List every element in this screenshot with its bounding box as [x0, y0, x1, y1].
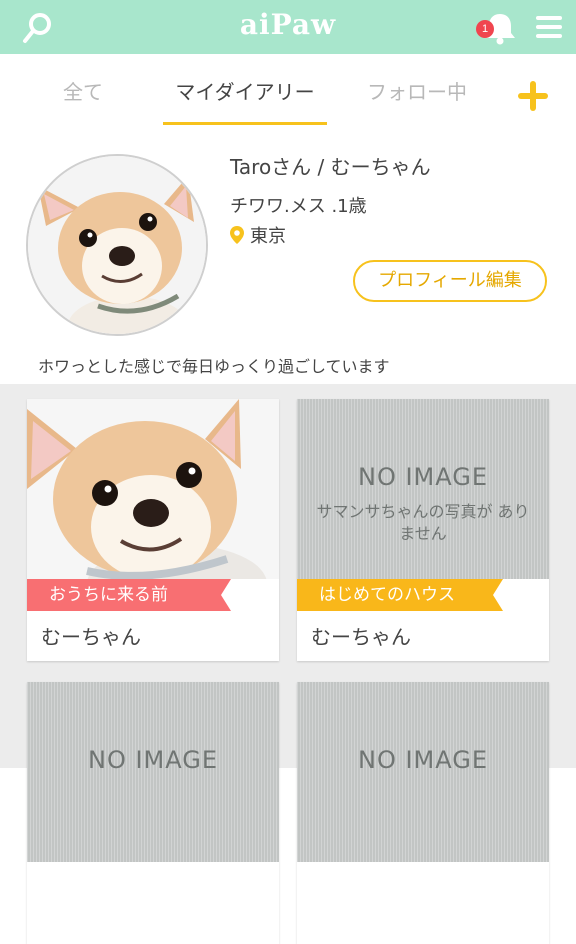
- tab-all[interactable]: 全て: [40, 76, 126, 105]
- active-tab-indicator: [163, 122, 327, 125]
- edit-profile-button[interactable]: プロフィール編集: [353, 260, 547, 302]
- profile-bio: ホワっとした感じで毎日ゆっくり過ごしています: [38, 357, 390, 376]
- no-image-placeholder: NO IMAGE: [27, 682, 279, 862]
- no-image-title: NO IMAGE: [87, 746, 218, 774]
- no-image-title: NO IMAGE: [357, 463, 488, 491]
- card-name: むーちゃん: [311, 625, 411, 649]
- plus-icon[interactable]: [515, 78, 551, 114]
- no-image-text: サマンサちゃんの写真が ありません: [316, 502, 530, 543]
- diary-card[interactable]: NO IMAGE サマンサちゃんの写真が ありません はじめてのハウス むーちゃ…: [297, 399, 549, 661]
- tab-bar: 全て マイダイアリー フォロー中: [0, 54, 576, 126]
- tab-my-diary[interactable]: マイダイアリー: [163, 76, 327, 105]
- profile-location: 東京: [230, 222, 286, 248]
- diary-card[interactable]: NO IMAGE: [27, 682, 279, 944]
- app-header: aiPaw 1: [0, 0, 576, 54]
- diary-card[interactable]: おうちに来る前 むーちゃん: [27, 399, 279, 661]
- diary-grid: おうちに来る前 むーちゃん NO IMAGE サマンサちゃんの写真が ありません…: [0, 384, 576, 944]
- hamburger-menu-icon[interactable]: [534, 12, 564, 42]
- card-tag: おうちに来る前: [27, 579, 231, 611]
- profile-section: Taroさん / むーちゃん チワワ.メス .1歳 東京 プロフィール編集 ホワ…: [0, 126, 576, 384]
- diary-photo: [27, 399, 279, 579]
- no-image-placeholder: NO IMAGE サマンサちゃんの写真が ありません: [297, 399, 549, 579]
- card-tag: はじめてのハウス: [297, 579, 503, 611]
- profile-name: Taroさん / むーちゃん: [230, 155, 431, 179]
- location-pin-icon: [230, 226, 244, 244]
- search-icon[interactable]: [20, 10, 56, 46]
- avatar[interactable]: [26, 154, 208, 336]
- profile-breed: チワワ.メス .1歳: [230, 196, 367, 217]
- diary-card[interactable]: NO IMAGE: [297, 682, 549, 944]
- notification-badge: 1: [476, 20, 494, 38]
- no-image-placeholder: NO IMAGE: [297, 682, 549, 862]
- card-name: むーちゃん: [41, 625, 141, 649]
- location-text: 東京: [250, 226, 286, 247]
- tab-following[interactable]: フォロー中: [352, 76, 482, 105]
- no-image-title: NO IMAGE: [357, 746, 488, 774]
